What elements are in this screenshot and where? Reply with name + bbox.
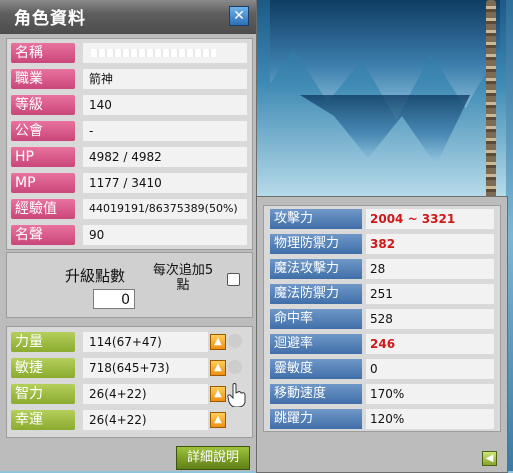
stat-row-str: 力量 114(67+47) ▲: [7, 331, 252, 353]
auto-assign-label: 每次追加5點: [152, 263, 214, 293]
detail-row: 跳躍力 120%: [264, 408, 500, 430]
detail-row: 迴避率 246: [264, 333, 500, 355]
profile-label: 公會: [11, 121, 75, 141]
collapse-arrow-icon[interactable]: ◀: [482, 451, 497, 466]
stat-value: 718(645+73): [83, 358, 208, 378]
detail-row: 攻擊力 2004 ~ 3321: [264, 208, 500, 230]
detail-row: 物理防禦力 382: [264, 233, 500, 255]
profile-value: 90: [83, 225, 247, 245]
detail-row: 魔法攻擊力 28: [264, 258, 500, 280]
detail-label: 魔法防禦力: [270, 284, 362, 304]
profile-label: 名聲: [11, 225, 75, 245]
hanging-rope: [486, 0, 496, 200]
detail-value: 28: [366, 259, 494, 279]
redacted-name: [91, 49, 216, 57]
profile-row-fame: 名聲 90: [7, 224, 252, 246]
profile-value: 44019191/86375389(50%): [83, 199, 247, 219]
profile-row-exp: 經驗值 44019191/86375389(50%): [7, 198, 252, 220]
detail-value: 382: [366, 234, 494, 254]
stat-row-luk: 幸運 26(4+22) ▲: [7, 409, 252, 431]
detail-value: 528: [366, 309, 494, 329]
stat-row-int: 智力 26(4+22) ▲: [7, 383, 252, 405]
stat-row-dex: 敏捷 718(645+73) ▲: [7, 357, 252, 379]
ap-value: 0: [93, 289, 135, 309]
profile-value: 1177 / 3410: [83, 173, 247, 193]
stat-value: 114(67+47): [83, 332, 208, 352]
hand-cursor-icon: [227, 383, 246, 407]
detail-row: 移動速度 170%: [264, 383, 500, 405]
increase-arrow-icon[interactable]: ▲: [210, 360, 226, 376]
increase-arrow-icon[interactable]: ▲: [210, 334, 226, 350]
stat-value: 26(4+22): [83, 410, 208, 430]
profile-label: MP: [11, 173, 75, 193]
stat-label: 敏捷: [11, 358, 75, 378]
detail-label: 物理防禦力: [270, 234, 362, 254]
stat-label: 力量: [11, 332, 75, 352]
profile-value: 箭神: [83, 69, 247, 89]
increase-arrow-icon[interactable]: ▲: [210, 386, 226, 402]
detail-label: 靈敏度: [270, 359, 362, 379]
profile-label: HP: [11, 147, 75, 167]
ice-formation: [300, 95, 470, 165]
detail-label: 迴避率: [270, 334, 362, 354]
detail-label: 跳躍力: [270, 409, 362, 429]
stat-value: 26(4+22): [83, 384, 208, 404]
detail-value: 120%: [366, 409, 494, 429]
profile-row-level: 等級 140: [7, 94, 252, 116]
profile-label: 名稱: [11, 43, 75, 63]
detailed-stats-window: 攻擊力 2004 ~ 3321 物理防禦力 382 魔法攻擊力 28 魔法防禦力…: [256, 196, 508, 473]
detail-row: 魔法防禦力 251: [264, 283, 500, 305]
detail-value: 170%: [366, 384, 494, 404]
profile-label: 等級: [11, 95, 75, 115]
details-button[interactable]: 詳細說明: [176, 446, 250, 470]
profile-row-mp: MP 1177 / 3410: [7, 172, 252, 194]
stats-panel: 力量 114(67+47) ▲ 敏捷 718(645+73) ▲ 智力 26(4…: [6, 326, 253, 438]
profile-row-job: 職業 箭神: [7, 68, 252, 90]
profile-value: -: [83, 121, 247, 141]
detail-value: 0: [366, 359, 494, 379]
detailed-stats-panel: 攻擊力 2004 ~ 3321 物理防禦力 382 魔法攻擊力 28 魔法防禦力…: [263, 205, 501, 432]
auto-assign-checkbox[interactable]: [227, 273, 240, 286]
detail-row: 靈敏度 0: [264, 358, 500, 380]
window-title: 角色資料: [14, 9, 86, 29]
profile-value: 140: [83, 95, 247, 115]
close-icon[interactable]: ✕: [229, 6, 249, 26]
detail-label: 命中率: [270, 309, 362, 329]
window-titlebar[interactable]: 角色資料 ✕: [0, 0, 256, 34]
detail-label: 移動速度: [270, 384, 362, 404]
profile-row-guild: 公會 -: [7, 120, 252, 142]
detail-row: 命中率 528: [264, 308, 500, 330]
profile-label: 經驗值: [11, 199, 75, 219]
profile-row-name: 名稱: [7, 42, 252, 64]
detail-value: 2004 ~ 3321: [366, 209, 494, 229]
stat-toggle[interactable]: [228, 360, 242, 374]
detail-label: 魔法攻擊力: [270, 259, 362, 279]
character-info-window: 角色資料 ✕ 名稱 職業 箭神 等級 140 公會 - HP 4982 / 49…: [0, 0, 257, 471]
profile-panel: 名稱 職業 箭神 等級 140 公會 - HP 4982 / 4982 MP 1…: [6, 38, 253, 250]
profile-row-hp: HP 4982 / 4982: [7, 146, 252, 168]
stat-label: 幸運: [11, 410, 75, 430]
stat-label: 智力: [11, 384, 75, 404]
stat-toggle[interactable]: [228, 334, 242, 348]
detail-label: 攻擊力: [270, 209, 362, 229]
ability-points-panel: 升級點數 0 每次追加5點: [6, 252, 253, 318]
profile-value: [83, 43, 247, 63]
detail-value: 251: [366, 284, 494, 304]
ap-label: 升級點數: [65, 267, 126, 285]
increase-arrow-icon[interactable]: ▲: [210, 412, 226, 428]
detail-value: 246: [366, 334, 494, 354]
profile-label: 職業: [11, 69, 75, 89]
profile-value: 4982 / 4982: [83, 147, 247, 167]
